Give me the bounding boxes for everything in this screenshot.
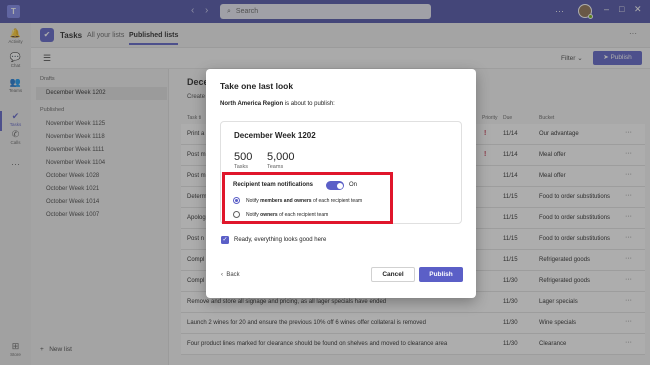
- ready-checkbox[interactable]: ✓: [221, 236, 229, 244]
- radio-members-and-owners-label[interactable]: Notify members and owners of each recipi…: [246, 198, 362, 204]
- teams-count-label: Teams: [267, 164, 284, 170]
- teams-count: 5,000: [267, 151, 295, 163]
- notifications-toggle[interactable]: [326, 181, 344, 190]
- chevron-left-icon: ‹: [221, 272, 223, 278]
- back-button[interactable]: ‹ Back: [221, 272, 240, 278]
- summary-list-name: December Week 1202: [234, 131, 316, 140]
- publish-dialog: Take one last look North America Region …: [206, 69, 476, 298]
- dialog-title: Take one last look: [220, 81, 294, 91]
- toggle-state-label: On: [349, 182, 358, 188]
- notifications-label: Recipient team notifications: [233, 182, 314, 188]
- radio-owners[interactable]: [233, 211, 240, 218]
- radio-owners-label[interactable]: Notify owners of each recipient team: [246, 212, 328, 218]
- cancel-button[interactable]: Cancel: [371, 267, 415, 282]
- tasks-count: 500: [234, 151, 253, 163]
- publish-button[interactable]: Publish: [419, 267, 463, 282]
- dialog-intro: North America Region is about to publish…: [220, 101, 335, 107]
- tasks-count-label: Tasks: [234, 164, 249, 170]
- radio-members-and-owners[interactable]: [233, 197, 240, 204]
- ready-checkbox-label[interactable]: Ready, everything looks good here: [234, 237, 326, 243]
